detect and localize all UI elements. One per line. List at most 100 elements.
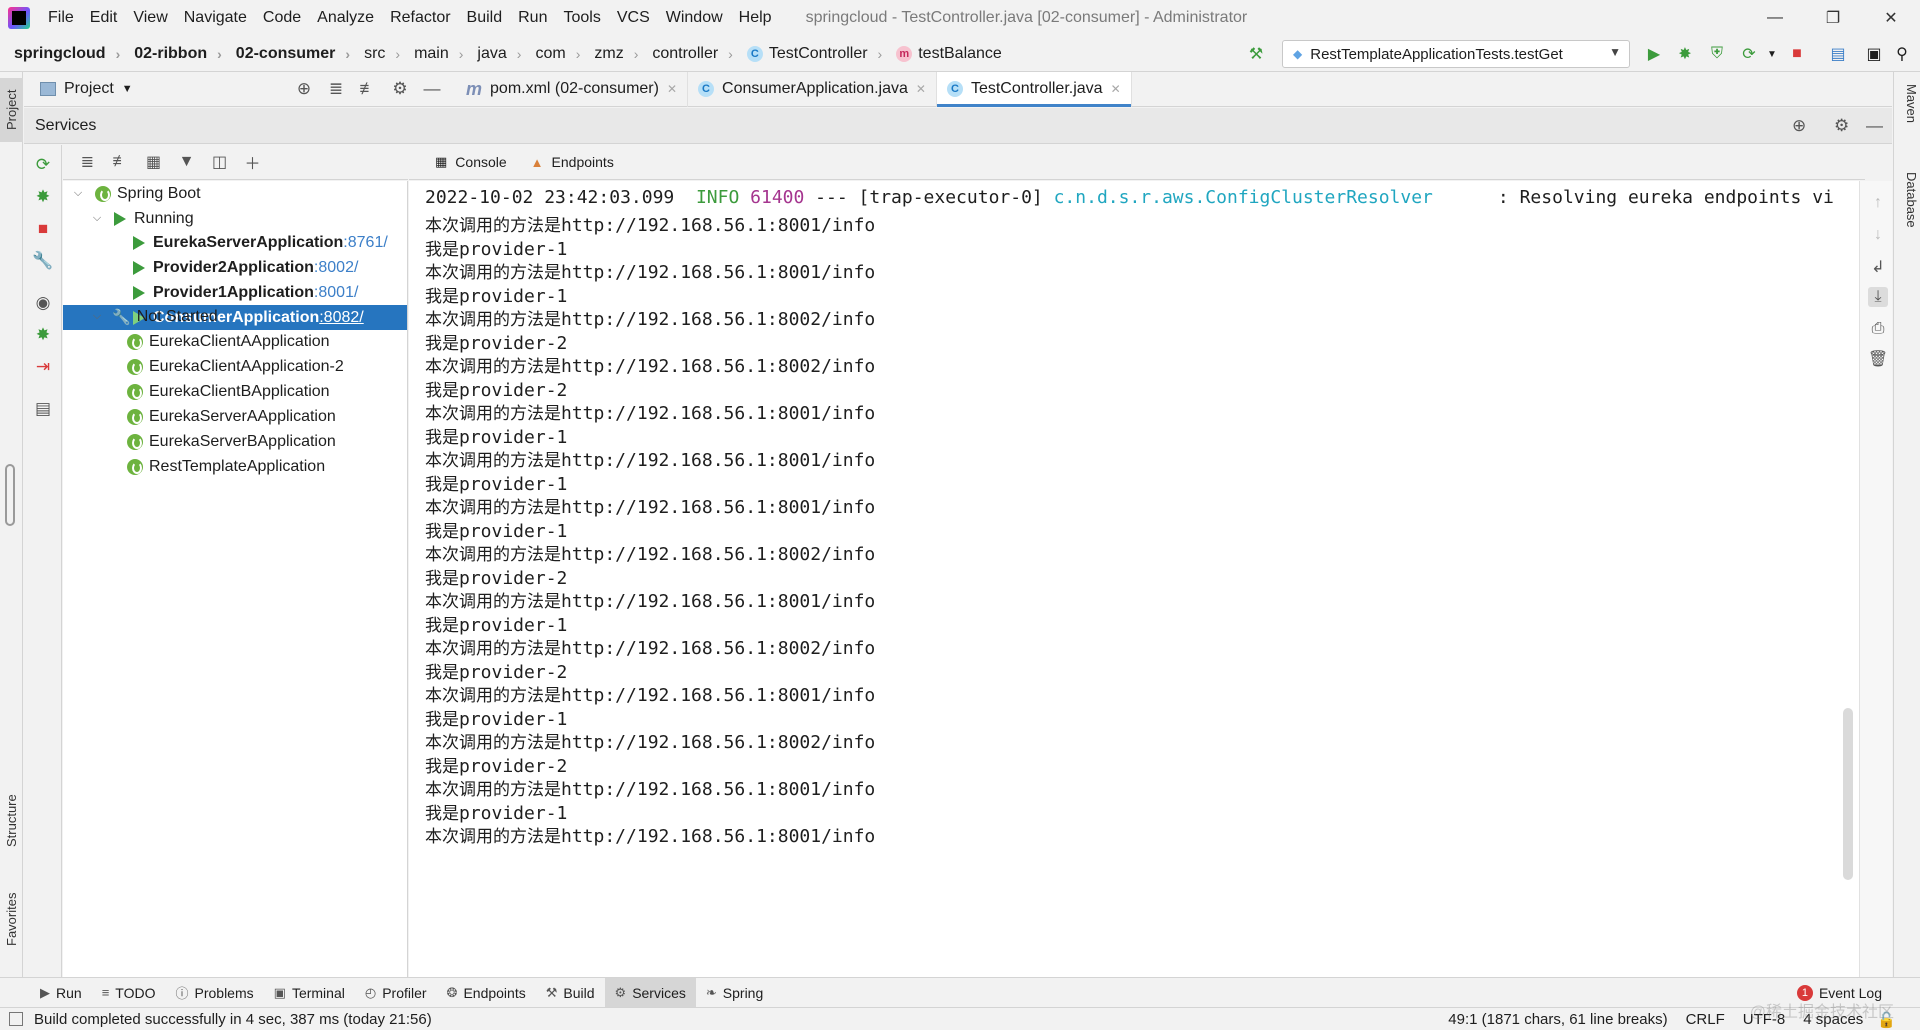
- menu-run[interactable]: Run: [510, 0, 555, 36]
- toolwindow-run[interactable]: ▶ Run: [30, 978, 92, 1008]
- toolwindow-spring[interactable]: ❧ Spring: [696, 978, 773, 1008]
- hide-icon[interactable]: —: [416, 79, 448, 99]
- breadcrumb-item[interactable]: java ›: [463, 45, 521, 63]
- close-icon[interactable]: ✕: [667, 82, 677, 96]
- add-icon[interactable]: ＋: [236, 150, 269, 174]
- breadcrumb-item[interactable]: main ›: [400, 45, 463, 63]
- tree-node-spring-boot[interactable]: ⌵ Spring Boot: [63, 181, 407, 206]
- profile-icon[interactable]: ⟳: [1737, 42, 1761, 66]
- breadcrumb-item[interactable]: m testBalance: [882, 45, 1002, 63]
- menu-tools[interactable]: Tools: [555, 0, 608, 36]
- tree-node-running[interactable]: ⌵ Running: [63, 206, 407, 231]
- coverage-icon[interactable]: ⛨: [1705, 42, 1729, 66]
- arrow-up-icon[interactable]: ↑: [1868, 193, 1888, 213]
- caret-position[interactable]: 49:1 (1871 chars, 61 line breaks): [1448, 1011, 1667, 1028]
- maven-stripe-tab[interactable]: Maven: [1896, 84, 1919, 154]
- breadcrumb-item[interactable]: zmz ›: [580, 45, 638, 63]
- service-stopped-item[interactable]: RestTemplateApplication: [63, 454, 407, 479]
- exit-icon[interactable]: ⇥: [33, 357, 53, 377]
- toolwindow-todo[interactable]: ≡ TODO: [92, 978, 166, 1008]
- collapse-all-icon[interactable]: ≢: [352, 79, 384, 99]
- restore-icon[interactable]: ❐: [1804, 0, 1862, 36]
- service-port-link[interactable]: :8002/: [314, 259, 358, 277]
- service-stopped-item[interactable]: EurekaServerAApplication: [63, 404, 407, 429]
- menu-vcs[interactable]: VCS: [609, 0, 658, 36]
- console-output[interactable]: 2022-10-02 23:42:03.099 INFO 61400 --- […: [409, 181, 1859, 977]
- breadcrumb-item[interactable]: 02-consumer ›: [222, 45, 350, 63]
- toolwindow-profiler[interactable]: ◴ Profiler: [355, 978, 437, 1008]
- build-hammer-icon[interactable]: ⚒: [1244, 42, 1268, 66]
- menu-file[interactable]: File: [40, 0, 82, 36]
- print-icon[interactable]: ⎙: [1868, 319, 1888, 339]
- gear-icon[interactable]: ⚙: [1834, 116, 1849, 136]
- scroll-handle[interactable]: [5, 464, 15, 526]
- menu-analyze[interactable]: Analyze: [309, 0, 382, 36]
- trash-icon[interactable]: 🗑: [1868, 349, 1888, 369]
- breadcrumb-item[interactable]: controller ›: [638, 45, 732, 63]
- toolbox-icon[interactable]: ▣: [1862, 42, 1886, 66]
- filter-icon[interactable]: ▼: [170, 153, 203, 171]
- arrow-down-icon[interactable]: ↓: [1868, 225, 1888, 245]
- breadcrumb-item[interactable]: com ›: [521, 45, 580, 63]
- menu-build[interactable]: Build: [459, 0, 511, 36]
- close-icon[interactable]: ✕: [1111, 82, 1121, 96]
- editor-tab[interactable]: C ConsumerApplication.java ✕: [688, 71, 937, 107]
- toolwindow-terminal[interactable]: ▣ Terminal: [264, 978, 355, 1008]
- service-stopped-item[interactable]: EurekaClientAApplication: [63, 329, 407, 354]
- toolwindow-build[interactable]: ⚒ Build: [536, 978, 605, 1008]
- collapse-all-icon[interactable]: ≢: [104, 153, 137, 171]
- wrench-icon[interactable]: 🔧: [32, 251, 53, 271]
- editor-tab[interactable]: m pom.xml (02-consumer) ✕: [456, 71, 689, 107]
- group-icon[interactable]: ▦: [137, 152, 170, 172]
- hide-icon[interactable]: —: [1866, 116, 1883, 136]
- service-port-link[interactable]: :8761/: [343, 234, 387, 252]
- debug-icon[interactable]: ✸: [33, 187, 53, 207]
- run-configuration-select[interactable]: ◆ RestTemplateApplicationTests.testGet ▼: [1282, 40, 1630, 68]
- more-run-chevron-icon[interactable]: ▼: [1760, 42, 1784, 66]
- stop-icon[interactable]: ■: [33, 219, 53, 239]
- debug-attach-icon[interactable]: ✸: [33, 325, 53, 345]
- service-stopped-item[interactable]: EurekaServerBApplication: [63, 429, 407, 454]
- search-icon[interactable]: ⚲: [1890, 42, 1914, 66]
- database-stripe-tab[interactable]: Database: [1896, 172, 1919, 262]
- locate-icon[interactable]: ⊕: [288, 79, 320, 99]
- scroll-to-end-icon[interactable]: ⤓: [1868, 287, 1888, 307]
- status-message[interactable]: Build completed successfully in 4 sec, 3…: [0, 1011, 432, 1028]
- toolwindow-endpoints[interactable]: ❂ Endpoints: [437, 978, 536, 1008]
- debug-icon[interactable]: ✸: [1673, 42, 1697, 66]
- breadcrumb-item[interactable]: springcloud ›: [0, 45, 120, 63]
- menu-help[interactable]: Help: [731, 0, 780, 36]
- minimize-icon[interactable]: —: [1746, 0, 1804, 36]
- toolwindow-problems[interactable]: ⓘ Problems: [165, 978, 263, 1008]
- expand-all-icon[interactable]: ≣: [320, 79, 352, 99]
- close-icon[interactable]: ✕: [916, 82, 926, 96]
- run-icon[interactable]: ▶: [1642, 42, 1666, 66]
- menu-code[interactable]: Code: [255, 0, 309, 36]
- camera-icon[interactable]: ◉: [33, 293, 53, 313]
- rerun-icon[interactable]: ⟳: [33, 155, 53, 175]
- breadcrumb-item[interactable]: 02-ribbon ›: [120, 45, 222, 63]
- service-running-item[interactable]: Provider2Application:8002/: [63, 255, 407, 280]
- service-port-link[interactable]: :8001/: [314, 284, 358, 302]
- service-running-item[interactable]: EurekaServerApplication:8761/: [63, 230, 407, 255]
- project-stripe-tab[interactable]: Project: [0, 78, 23, 142]
- tree-node-not-started[interactable]: ⌵ 🔧 Not Started: [63, 304, 407, 329]
- stop-icon[interactable]: ■: [1785, 42, 1809, 66]
- expand-all-icon[interactable]: ≣: [71, 152, 104, 172]
- favorites-stripe-tab[interactable]: Favorites: [0, 878, 23, 960]
- project-structure-icon[interactable]: ▤: [1826, 42, 1850, 66]
- menu-window[interactable]: Window: [658, 0, 731, 36]
- service-stopped-item[interactable]: EurekaClientAApplication-2: [63, 354, 407, 379]
- console-scrollbar[interactable]: [1843, 708, 1853, 880]
- structure-stripe-tab[interactable]: Structure: [0, 780, 23, 862]
- breadcrumb-item[interactable]: src ›: [350, 45, 400, 63]
- breadcrumb-item[interactable]: C TestController ›: [733, 45, 882, 63]
- line-separator[interactable]: CRLF: [1686, 1011, 1725, 1028]
- close-icon[interactable]: ✕: [1862, 0, 1920, 36]
- gear-icon[interactable]: ⚙: [384, 79, 416, 99]
- menu-edit[interactable]: Edit: [82, 0, 126, 36]
- tab-endpoints[interactable]: ▲ Endpoints: [519, 145, 626, 180]
- tab-console[interactable]: ▦ Console: [423, 145, 519, 180]
- service-stopped-item[interactable]: EurekaClientBApplication: [63, 379, 407, 404]
- service-running-item[interactable]: Provider1Application:8001/: [63, 280, 407, 305]
